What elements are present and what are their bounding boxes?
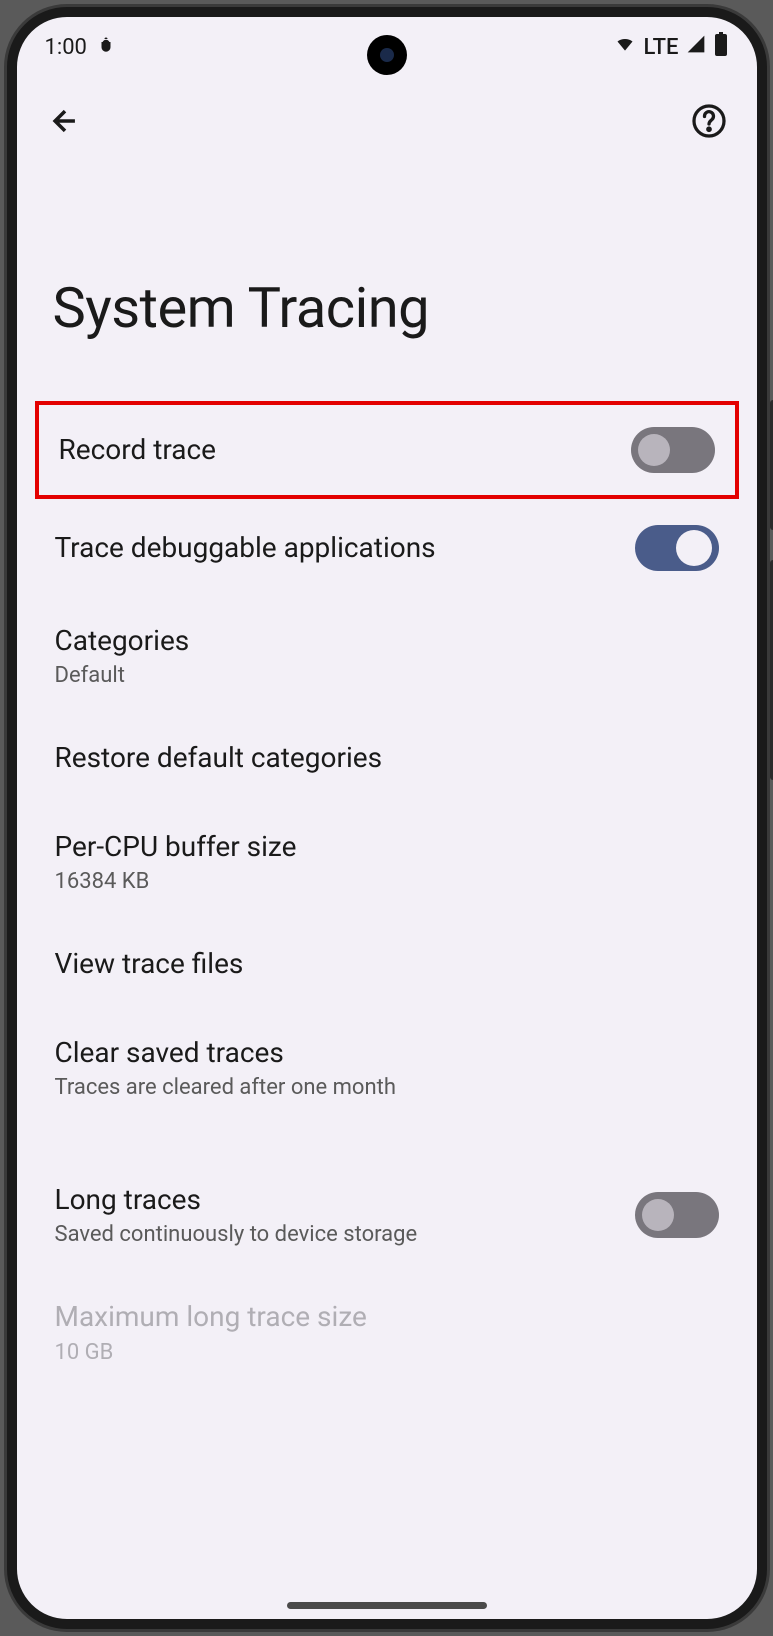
clear-traces-row[interactable]: Clear saved traces Traces are cleared af… <box>47 1009 727 1126</box>
buffer-size-title: Per-CPU buffer size <box>55 829 719 865</box>
max-size-title: Maximum long trace size <box>55 1299 719 1335</box>
phone-frame: 1:00 LTE System Tracing <box>7 7 767 1629</box>
categories-subtitle: Default <box>55 663 719 688</box>
settings-list: Record trace Trace debuggable applicatio… <box>17 401 757 1391</box>
camera-notch <box>367 35 407 75</box>
categories-title: Categories <box>55 623 719 659</box>
long-traces-row[interactable]: Long traces Saved continuously to device… <box>47 1156 727 1273</box>
categories-row[interactable]: Categories Default <box>47 597 727 714</box>
network-label: LTE <box>643 35 678 60</box>
buffer-size-subtitle: 16384 KB <box>55 869 719 894</box>
max-long-trace-size-row: Maximum long trace size 10 GB <box>47 1273 727 1390</box>
debug-icon <box>97 35 115 60</box>
view-trace-title: View trace files <box>55 946 719 982</box>
trace-debuggable-row[interactable]: Trace debuggable applications <box>47 499 727 597</box>
action-bar <box>17 77 757 145</box>
page-title: System Tracing <box>17 145 757 401</box>
back-button[interactable] <box>41 97 89 145</box>
wifi-icon <box>613 34 637 60</box>
record-trace-title: Record trace <box>59 432 615 468</box>
record-trace-toggle[interactable] <box>631 427 715 473</box>
long-traces-toggle[interactable] <box>635 1192 719 1238</box>
long-traces-subtitle: Saved continuously to device storage <box>55 1222 619 1247</box>
trace-debuggable-title: Trace debuggable applications <box>55 530 619 566</box>
clear-traces-title: Clear saved traces <box>55 1035 719 1071</box>
battery-icon <box>713 32 729 62</box>
clear-traces-subtitle: Traces are cleared after one month <box>55 1075 719 1100</box>
long-traces-title: Long traces <box>55 1182 619 1218</box>
view-trace-files-row[interactable]: View trace files <box>47 920 727 1008</box>
max-size-subtitle: 10 GB <box>55 1340 719 1365</box>
record-trace-row[interactable]: Record trace <box>35 401 739 499</box>
nav-handle[interactable] <box>287 1602 487 1609</box>
restore-default-row[interactable]: Restore default categories <box>47 714 727 802</box>
signal-icon <box>685 34 707 60</box>
buffer-size-row[interactable]: Per-CPU buffer size 16384 KB <box>47 803 727 920</box>
trace-debuggable-toggle[interactable] <box>635 525 719 571</box>
status-time: 1:00 <box>45 35 87 60</box>
restore-default-title: Restore default categories <box>55 740 719 776</box>
help-button[interactable] <box>685 97 733 145</box>
